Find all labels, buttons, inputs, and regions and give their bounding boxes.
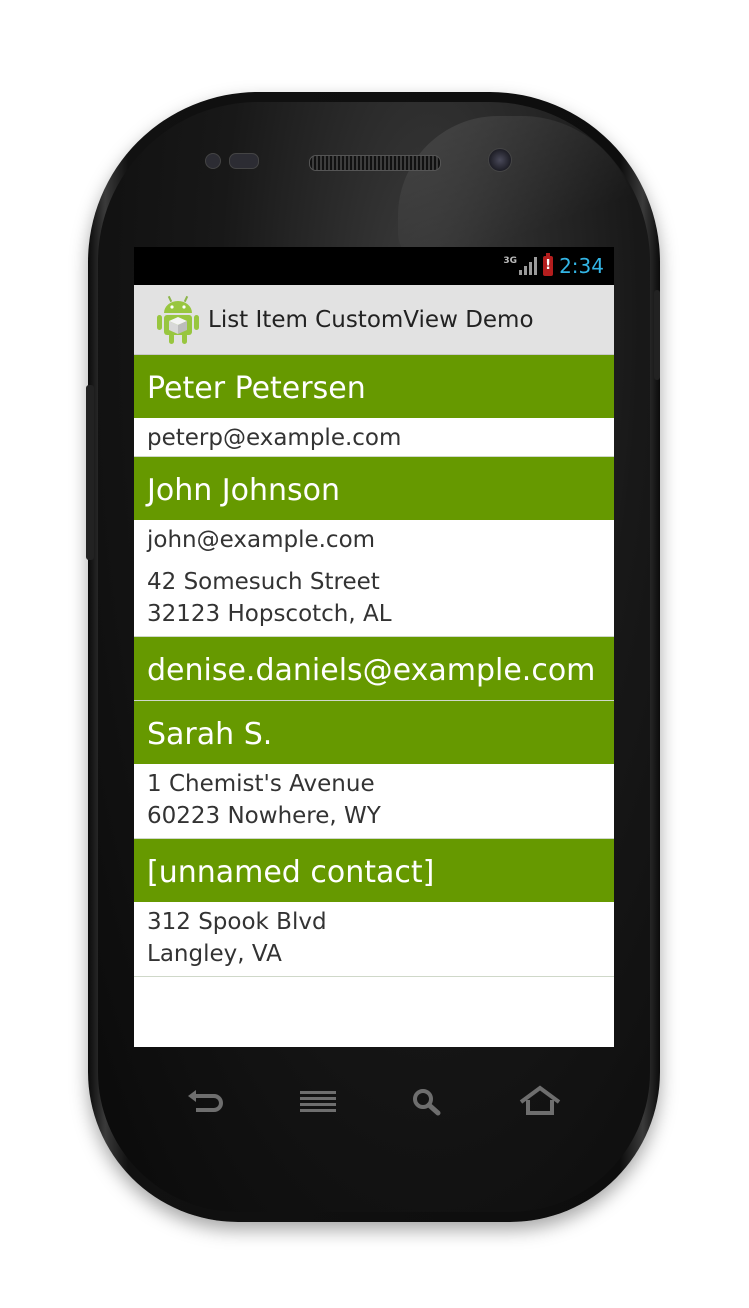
contact-name: [unnamed contact] (134, 839, 614, 902)
contact-address-line: 42 Somesuch Street (147, 569, 380, 595)
network-type: 3G (503, 256, 518, 266)
contact-address-line: Langley, VA (147, 941, 282, 967)
action-bar: List Item CustomView Demo (134, 285, 614, 355)
status-clock: 2:34 (559, 254, 604, 278)
contact-name: John Johnson (134, 457, 614, 520)
contact-email: john@example.com (147, 527, 376, 553)
contact-address-line: 60223 Nowhere, WY (147, 803, 381, 829)
contact-name: Sarah S. (134, 701, 614, 764)
contact-name: denise.daniels@example.com (134, 637, 614, 700)
light-sensor (229, 153, 259, 169)
home-icon[interactable] (515, 1080, 565, 1124)
search-icon[interactable] (402, 1080, 452, 1124)
signal-icon (519, 257, 538, 275)
contact-address-line: 32123 Hopscotch, AL (147, 601, 392, 627)
battery-alert-icon: ! (543, 253, 554, 276)
back-icon[interactable] (180, 1080, 230, 1124)
bezel-glare (398, 116, 638, 266)
volume-button[interactable] (86, 385, 94, 560)
menu-icon[interactable] (293, 1080, 343, 1124)
proximity-sensor (205, 153, 221, 169)
hardware-nav-bar (180, 1080, 580, 1124)
front-camera (488, 148, 512, 172)
list-item[interactable]: John Johnson john@example.com 42 Somesuc… (134, 457, 614, 637)
status-bar: 3G ! 2:34 (134, 247, 614, 285)
contact-address-line: 1 Chemist's Avenue (147, 771, 375, 797)
list-item[interactable]: [unnamed contact] 312 Spook Blvd Langley… (134, 839, 614, 977)
app-title: List Item CustomView Demo (208, 306, 534, 333)
contact-email: peterp@example.com (147, 425, 402, 451)
contact-list: Peter Petersen peterp@example.com John J… (134, 355, 614, 977)
earpiece-speaker (309, 155, 441, 171)
screen: 3G ! 2:34 List Item CustomView Demo Pete… (134, 247, 614, 1047)
list-item[interactable]: Sarah S. 1 Chemist's Avenue 60223 Nowher… (134, 701, 614, 839)
android-app-icon[interactable] (156, 295, 200, 345)
list-item[interactable]: Peter Petersen peterp@example.com (134, 355, 614, 457)
power-button[interactable] (654, 290, 660, 380)
contact-name: Peter Petersen (134, 355, 614, 418)
contact-address-line: 312 Spook Blvd (147, 909, 327, 935)
list-item[interactable]: denise.daniels@example.com (134, 637, 614, 701)
